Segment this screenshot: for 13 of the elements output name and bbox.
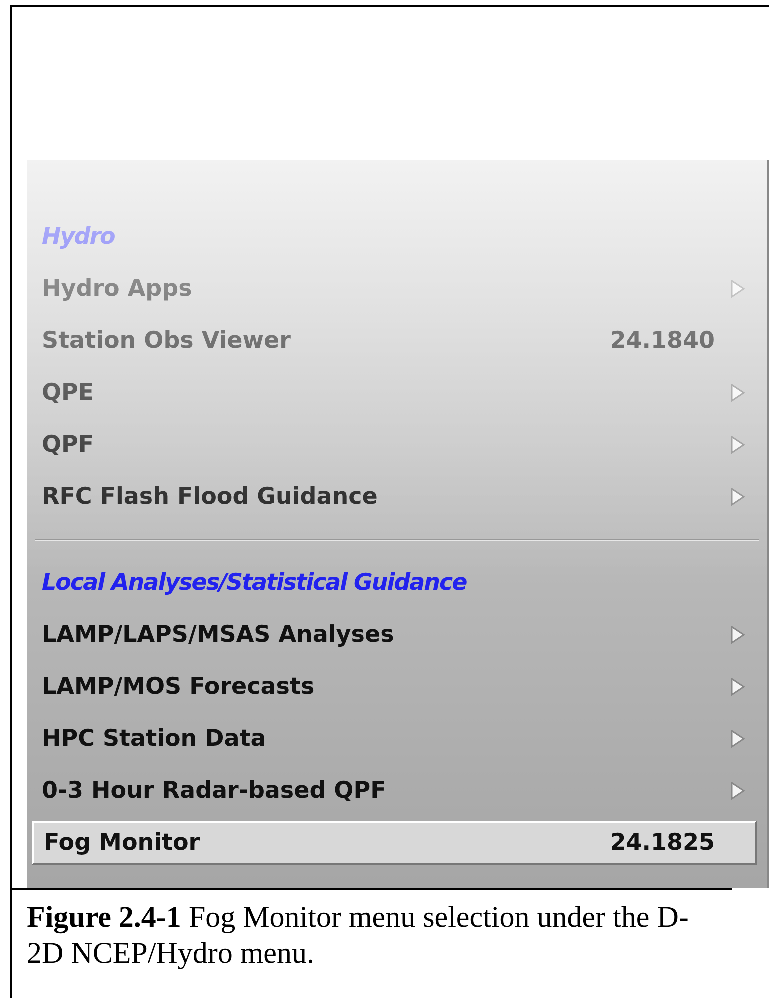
menu-section-header: Local Analyses/Statistical Guidance xyxy=(41,569,468,598)
menu-item[interactable]: LAMP/LAPS/MSAS Analyses xyxy=(27,609,767,661)
shortcut-text: 24.1840 xyxy=(610,328,715,354)
menu-item[interactable]: QPF xyxy=(27,419,767,471)
menu-section-header: Hydro xyxy=(41,223,116,252)
menu-item[interactable]: HPC Station Data xyxy=(27,713,767,765)
menu-item[interactable]: Fog Monitor 24.1825 xyxy=(32,821,757,865)
figure-caption: Figure 2.4-1 Fog Monitor menu selection under the D-2D NCEP/Hydro menu. xyxy=(12,888,732,972)
menu-item[interactable]: RFC Flash Flood Guidance xyxy=(27,471,767,523)
shortcut-text: 24.1825 xyxy=(610,830,715,856)
menu-item[interactable]: 0-3 Hour Radar-based QPF xyxy=(27,765,767,817)
menu-item[interactable]: QPE xyxy=(27,367,767,419)
menu-item[interactable]: LAMP/MOS Forecasts xyxy=(27,661,767,713)
